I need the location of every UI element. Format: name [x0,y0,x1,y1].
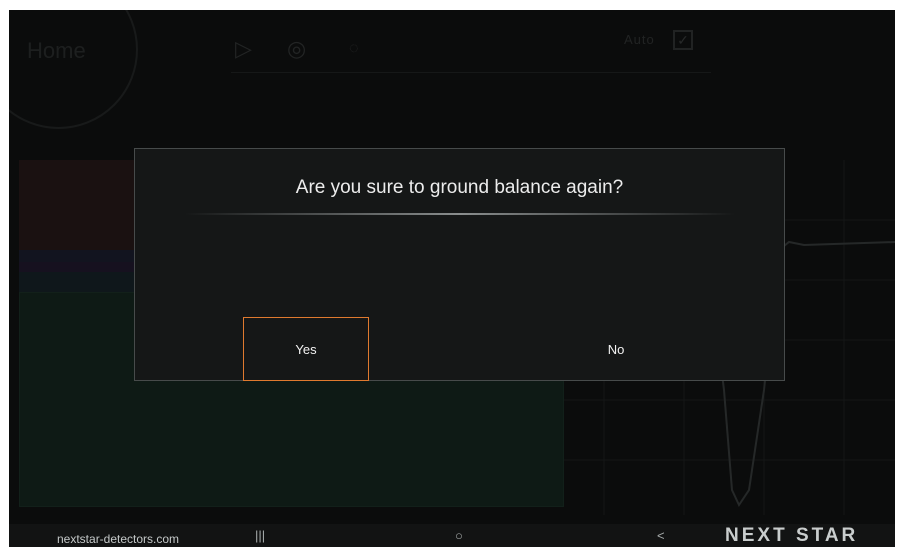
site-url: nextstar-detectors.com [57,532,180,546]
device-screen: Home ▷ ◎ ◌ Auto ✓ Are you sure to ground… [9,10,895,547]
home-button[interactable]: ○ [455,528,463,543]
yes-button[interactable]: Yes [243,317,369,381]
confirm-dialog: Are you sure to ground balance again? Ye… [134,148,785,381]
no-button[interactable]: No [553,317,679,381]
dialog-title: Are you sure to ground balance again? [295,177,624,198]
back-button[interactable]: < [657,528,665,543]
dialog-divider [185,213,735,215]
system-navbar: nextstar-detectors.com ||| ○ < NEXT STAR [9,524,895,547]
nextstar-logo: NEXT STAR [725,525,859,546]
recent-apps-button[interactable]: ||| [255,528,265,543]
